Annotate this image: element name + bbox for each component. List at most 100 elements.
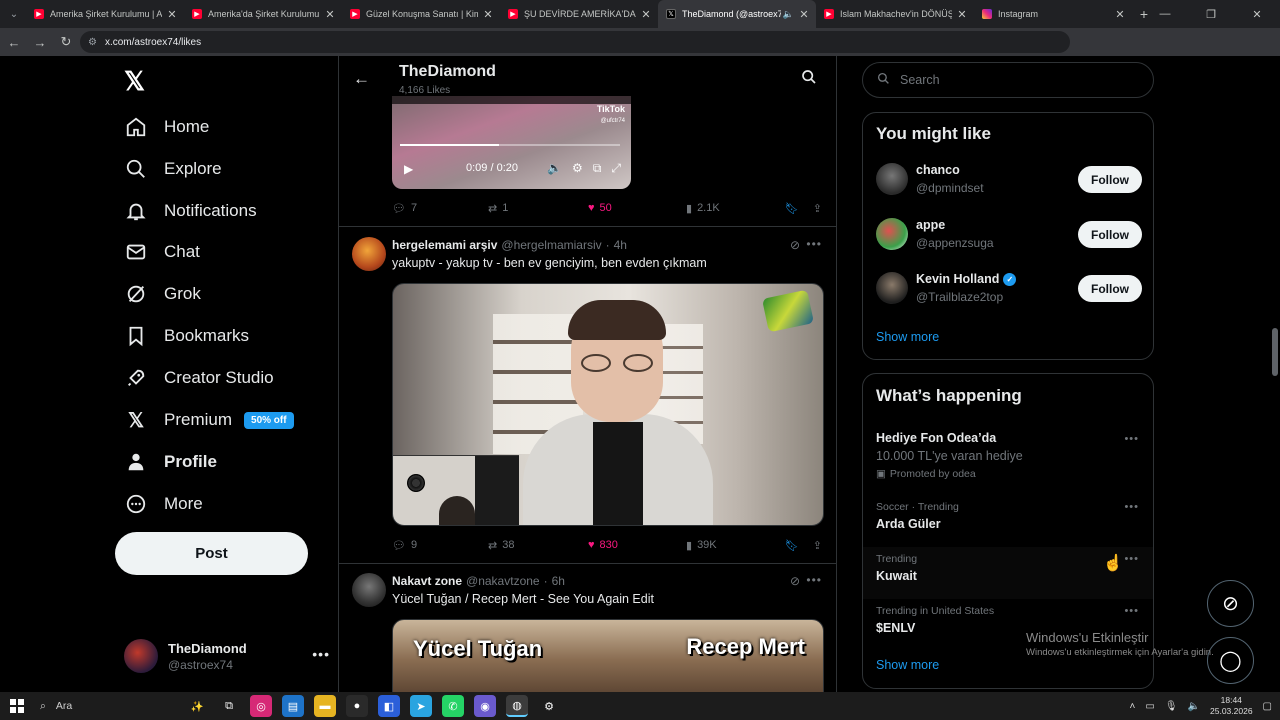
grok-icon[interactable]: ⊘: [790, 238, 800, 252]
bookmark-icon[interactable]: 🔖︎: [785, 539, 799, 552]
repost-button[interactable]: ⇄ 1: [488, 202, 508, 215]
author-name[interactable]: hergelemami arşiv: [392, 238, 497, 252]
post-button[interactable]: Post: [115, 532, 308, 575]
app-icon[interactable]: ⚙: [538, 695, 560, 717]
microphone-icon[interactable]: 🎙︎: [1165, 701, 1178, 712]
more-icon[interactable]: •••: [1124, 553, 1139, 565]
avatar[interactable]: [352, 237, 386, 271]
site-info-icon[interactable]: ⚙: [88, 37, 97, 48]
suggested-user[interactable]: appe @appenzsuga Follow: [876, 214, 1142, 254]
reply-button[interactable]: 💬︎ 9: [392, 539, 417, 552]
browser-tab[interactable]: ▶ Amerika Şirket Kurulumu | A'da ✕: [26, 0, 184, 28]
browser-tab-active[interactable]: 𝕏 TheDiamond (@astroex74) 🔈 ✕: [658, 0, 816, 28]
show-more-link[interactable]: Show more: [876, 658, 939, 672]
volume-icon[interactable]: 🔈: [547, 161, 562, 176]
fullscreen-icon[interactable]: ⤢: [611, 161, 621, 176]
address-bar[interactable]: ⚙ x.com/astroex74/likes: [80, 31, 1070, 53]
restore-icon[interactable]: ❐: [1188, 0, 1234, 28]
nav-creator-studio[interactable]: Creator Studio: [124, 358, 274, 398]
x-logo-icon[interactable]: 𝕏: [124, 66, 145, 97]
author-name[interactable]: Nakavt zone: [392, 574, 462, 588]
nav-notifications[interactable]: Notifications: [124, 191, 257, 231]
chrome-icon[interactable]: ◍: [506, 695, 528, 717]
suggested-user[interactable]: Kevin Holland ✓ @Trailblaze2top Follow: [876, 268, 1142, 308]
nav-chat[interactable]: Chat: [124, 232, 200, 272]
suggested-user[interactable]: chanco @dpmindset Follow: [876, 159, 1142, 199]
telegram-icon[interactable]: ➤: [410, 695, 432, 717]
like-button[interactable]: ♥ 830: [588, 539, 618, 551]
play-icon[interactable]: ▶: [404, 162, 413, 176]
views-button[interactable]: ▮ 2.1K: [686, 202, 720, 215]
promoted-trend[interactable]: Hediye Fon Odea’da 10.000 TL'ye varan he…: [863, 427, 1153, 485]
search-icon[interactable]: [801, 69, 817, 90]
more-icon[interactable]: •••: [806, 237, 822, 251]
taskbar-search[interactable]: ⌕ Ara ✨: [32, 695, 212, 717]
search-input[interactable]: Search: [862, 62, 1154, 98]
folder-icon[interactable]: ▬: [314, 695, 336, 717]
nav-explore[interactable]: Explore: [124, 149, 222, 189]
nav-bookmarks[interactable]: Bookmarks: [124, 316, 249, 356]
speaker-icon[interactable]: 🔈: [783, 9, 794, 20]
close-icon[interactable]: ✕: [640, 8, 652, 21]
browser-tab[interactable]: ▶ ŞU DEVİRDE AMERİKA'DA YAŞ ✕: [500, 0, 658, 28]
nav-profile[interactable]: Profile: [124, 442, 217, 482]
page-scrollbar[interactable]: [1270, 56, 1280, 692]
close-icon[interactable]: ✕: [324, 8, 336, 21]
pip-icon[interactable]: ⧉: [593, 161, 602, 176]
browser-tab[interactable]: Instagram ✕: [974, 0, 1132, 28]
account-switcher[interactable]: TheDiamond @astroex74 •••: [124, 634, 334, 678]
tweet-time[interactable]: 6h: [552, 574, 565, 588]
follow-button[interactable]: Follow: [1078, 221, 1142, 248]
nav-more[interactable]: More: [124, 484, 203, 524]
close-icon[interactable]: ✕: [166, 8, 178, 21]
settings-icon[interactable]: ⚙: [572, 161, 583, 176]
author-handle[interactable]: @nakavtzone: [466, 574, 540, 588]
tweet-video[interactable]: Yücel Tuğan Recep Mert: [392, 619, 824, 692]
taskbar-clock[interactable]: 18:44 25.03.2026: [1210, 695, 1253, 717]
windows-start-icon[interactable]: [2, 692, 32, 720]
more-icon[interactable]: •••: [1124, 605, 1139, 617]
reply-button[interactable]: 💬︎ 7: [392, 202, 417, 215]
bookmark-icon[interactable]: 🔖︎: [785, 202, 799, 215]
more-icon[interactable]: •••: [312, 646, 330, 662]
tab-search-button[interactable]: ⌄: [2, 2, 26, 26]
store-icon[interactable]: ▤: [282, 695, 304, 717]
back-arrow-icon[interactable]: ←: [2, 30, 26, 54]
notification-icon[interactable]: ▢: [1263, 701, 1272, 712]
nav-premium[interactable]: 𝕏 Premium 50% off: [124, 400, 294, 440]
close-window-icon[interactable]: ✕: [1234, 0, 1280, 28]
avatar[interactable]: [352, 573, 386, 607]
share-icon[interactable]: ⇪: [813, 539, 822, 552]
views-button[interactable]: ▮ 39K: [686, 539, 717, 552]
grok-fab-button[interactable]: ⊘: [1207, 580, 1254, 627]
scrollbar-thumb[interactable]: [1272, 328, 1278, 376]
tweet-time[interactable]: 4h: [614, 238, 627, 252]
browser-tab[interactable]: ▶ Amerika'da Şirket Kurulumu (U ✕: [184, 0, 342, 28]
browser-tab[interactable]: ▶ Islam Makhachev'in DÖNÜŞ TA ✕: [816, 0, 974, 28]
close-icon[interactable]: ✕: [956, 8, 968, 21]
chevron-up-icon[interactable]: ˄: [1130, 701, 1136, 712]
more-icon[interactable]: •••: [1124, 501, 1139, 513]
follow-button[interactable]: Follow: [1078, 275, 1142, 302]
trend-item[interactable]: Soccer · Trending Arda Güler •••: [863, 495, 1153, 547]
close-icon[interactable]: ✕: [482, 8, 494, 21]
reload-icon[interactable]: ↻: [54, 30, 78, 54]
like-button[interactable]: ♥ 50: [588, 202, 612, 214]
volume-icon[interactable]: 🔈: [1188, 701, 1200, 712]
app-icon[interactable]: ◧: [378, 695, 400, 717]
nav-grok[interactable]: Grok: [124, 274, 201, 314]
video-progress-bar[interactable]: [400, 144, 620, 146]
instagram-icon[interactable]: ◎: [250, 695, 272, 717]
close-icon[interactable]: ✕: [798, 8, 810, 21]
more-icon[interactable]: •••: [1124, 433, 1139, 445]
author-handle[interactable]: @hergelmamiarsiv: [501, 238, 601, 252]
whatsapp-icon[interactable]: ✆: [442, 695, 464, 717]
back-arrow-icon[interactable]: ←: [353, 69, 370, 89]
network-icon[interactable]: ▭: [1145, 701, 1154, 712]
task-view-icon[interactable]: ⧉: [218, 695, 240, 717]
repost-button[interactable]: ⇄ 38: [488, 539, 514, 552]
grok-icon[interactable]: ⊘: [790, 574, 800, 588]
app-icon[interactable]: ●: [346, 695, 368, 717]
video-player[interactable]: TikTok @ufctr74 ▶ 0:09 / 0:20 🔈 ⚙ ⧉ ⤢: [392, 96, 631, 189]
nav-home[interactable]: Home: [124, 107, 209, 147]
